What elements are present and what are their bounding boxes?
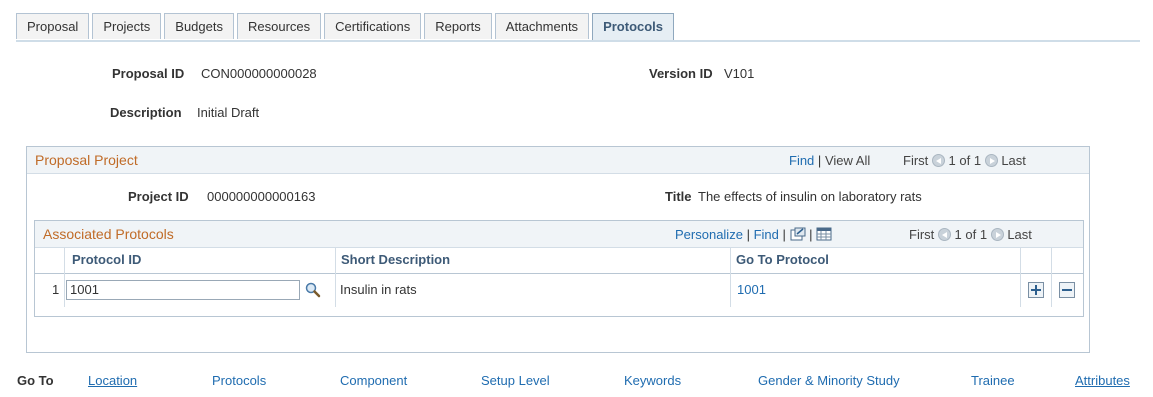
protocols-next-icon[interactable] bbox=[990, 228, 1004, 241]
personalize-link[interactable]: Personalize bbox=[675, 227, 743, 242]
goto-label: Go To bbox=[17, 373, 54, 388]
go-to-protocol-link[interactable]: 1001 bbox=[737, 282, 766, 297]
goto-keywords-link[interactable]: Keywords bbox=[624, 373, 681, 388]
protocol-id-column-header[interactable]: Protocol ID bbox=[72, 247, 141, 273]
project-find-link[interactable]: Find bbox=[789, 153, 814, 168]
goto-gender-minority-study-link[interactable]: Gender & Minority Study bbox=[758, 373, 900, 388]
view-in-new-window-icon[interactable] bbox=[790, 227, 806, 241]
goto-component-link[interactable]: Component bbox=[340, 373, 407, 388]
goto-location-link[interactable]: Location bbox=[88, 373, 137, 388]
proposal-id-value: CON000000000028 bbox=[201, 66, 317, 81]
description-value: Initial Draft bbox=[197, 105, 260, 120]
protocols-last-label: Last bbox=[1007, 227, 1032, 242]
tab-budgets[interactable]: Budgets bbox=[164, 13, 234, 39]
protocols-separator-3: | bbox=[809, 227, 813, 242]
proposal-project-header: Proposal Project Find | View All First 1… bbox=[27, 147, 1089, 174]
protocols-previous-icon[interactable] bbox=[937, 228, 951, 241]
download-spreadsheet-icon[interactable] bbox=[816, 227, 832, 241]
tab-underline bbox=[16, 40, 1140, 42]
go-to-protocol-column-header[interactable]: Go To Protocol bbox=[736, 247, 829, 273]
protocols-first-label: First bbox=[909, 227, 935, 242]
proposal-id-label: Proposal ID bbox=[112, 66, 185, 81]
project-first-label: First bbox=[903, 153, 929, 168]
next-icon[interactable] bbox=[984, 154, 998, 167]
lookup-search-icon[interactable] bbox=[305, 282, 321, 298]
proposal-project-grid: Proposal Project Find | View All First 1… bbox=[26, 146, 1090, 353]
protocols-count: 1 of 1 bbox=[954, 227, 988, 242]
tab-resources[interactable]: Resources bbox=[236, 13, 322, 39]
associated-protocols-title: Associated Protocols bbox=[43, 226, 174, 242]
title-value: The effects of insulin on laboratory rat… bbox=[698, 189, 922, 204]
add-row-button[interactable] bbox=[1028, 282, 1044, 298]
row-number: 1 bbox=[52, 282, 60, 297]
tab-protocols[interactable]: Protocols bbox=[592, 13, 675, 41]
previous-icon[interactable] bbox=[931, 154, 945, 167]
title-label: Title bbox=[665, 189, 692, 204]
protocols-separator: | bbox=[746, 227, 750, 242]
goto-protocols-link[interactable]: Protocols bbox=[212, 373, 266, 388]
project-id-value: 000000000000163 bbox=[207, 189, 316, 204]
version-id-value: V101 bbox=[724, 66, 755, 81]
protocols-separator-2: | bbox=[782, 227, 786, 242]
goto-attributes-link[interactable]: Attributes bbox=[1075, 373, 1130, 388]
project-separator: | bbox=[817, 153, 822, 168]
goto-setup-level-link[interactable]: Setup Level bbox=[481, 373, 550, 388]
goto-trainee-link[interactable]: Trainee bbox=[971, 373, 1015, 388]
project-count: 1 of 1 bbox=[948, 153, 982, 168]
delete-row-button[interactable] bbox=[1059, 282, 1075, 298]
tab-attachments[interactable]: Attachments bbox=[494, 13, 590, 39]
version-id-label: Version ID bbox=[649, 66, 713, 81]
associated-protocols-grid: Associated Protocols Personalize | Find … bbox=[34, 220, 1084, 317]
column-header-row: Protocol ID Short Description Go To Prot… bbox=[35, 247, 1083, 307]
proposal-project-title: Proposal Project bbox=[35, 152, 138, 168]
project-id-label: Project ID bbox=[128, 189, 189, 204]
short-description-column-header[interactable]: Short Description bbox=[341, 247, 450, 273]
short-description-value: Insulin in rats bbox=[340, 282, 417, 297]
project-view-all-link[interactable]: View All bbox=[825, 153, 870, 168]
description-label: Description bbox=[110, 105, 182, 120]
project-last-label: Last bbox=[1001, 153, 1026, 168]
tab-reports[interactable]: Reports bbox=[424, 13, 492, 39]
protocol-id-input[interactable]: 1001 bbox=[66, 280, 300, 300]
table-row: 1 1001 Insulin in rats 1001 bbox=[35, 274, 1083, 308]
tab-projects[interactable]: Projects bbox=[92, 13, 162, 39]
tab-certifications[interactable]: Certifications bbox=[324, 13, 422, 39]
protocols-find-link[interactable]: Find bbox=[754, 227, 779, 242]
tab-proposal[interactable]: Proposal bbox=[16, 13, 90, 39]
associated-protocols-header: Associated Protocols Personalize | Find … bbox=[35, 221, 1083, 248]
tab-bar: Proposal Projects Budgets Resources Cert… bbox=[16, 13, 677, 41]
